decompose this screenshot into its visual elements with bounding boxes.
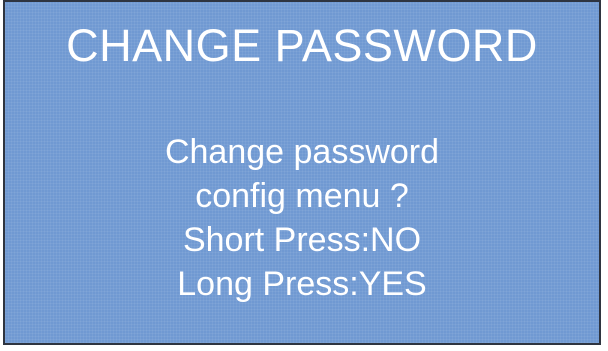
prompt-line-2: config menu ? — [195, 177, 409, 215]
screen-title: CHANGE PASSWORD — [66, 20, 538, 71]
lcd-screen: CHANGE PASSWORD Change password config m… — [3, 0, 601, 345]
prompt-line-1: Change password — [164, 133, 440, 171]
short-press-option: Short Press:NO — [182, 221, 422, 259]
confirmation-prompt: Change password config menu ? Short Pres… — [5, 130, 599, 306]
long-press-option: Long Press:YES — [177, 265, 427, 303]
